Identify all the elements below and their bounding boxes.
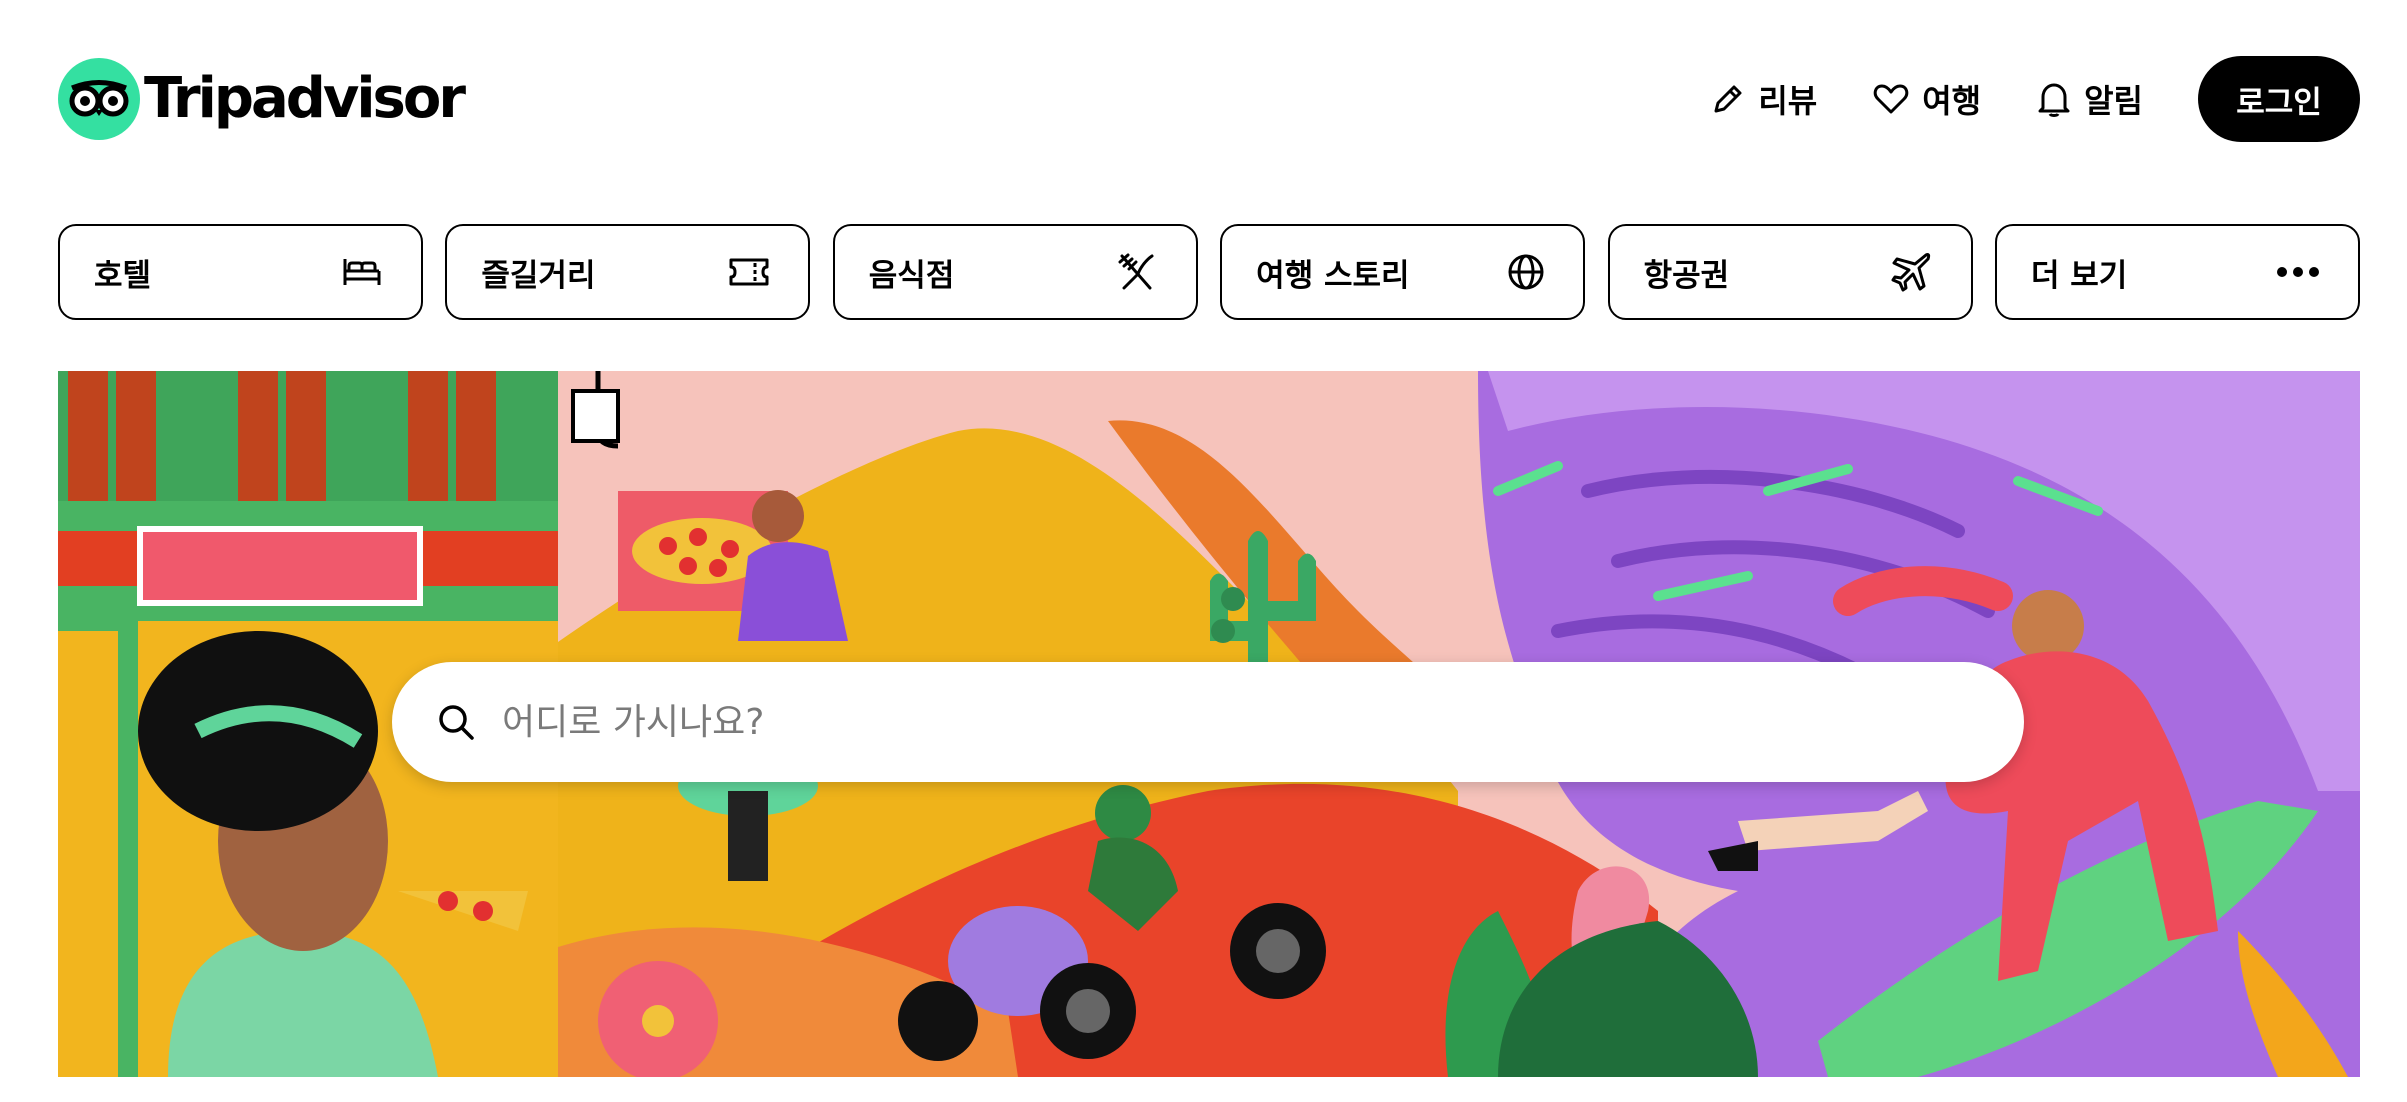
heart-icon [1873, 84, 1909, 114]
category-more[interactable]: 더 보기 [1994, 224, 2360, 320]
login-button[interactable]: 로그인 [2198, 56, 2360, 142]
pencil-icon [1714, 85, 1742, 113]
nav-alerts[interactable]: 알림 [2036, 57, 2143, 141]
nav-trips[interactable]: 여행 [1872, 57, 1981, 141]
category-restaurants-label: 음식점 [868, 257, 955, 294]
bed-icon [341, 255, 383, 289]
category-bar: 호텔 즐길거리 음식점 여행 스토리 항공권 더 보기 [58, 224, 2360, 320]
logo-wordmark: Tripadvisor [144, 66, 466, 131]
search-bar[interactable] [392, 662, 2024, 782]
more-dots-icon [2276, 266, 2320, 278]
nav-review[interactable]: 리뷰 [1710, 57, 1817, 141]
bell-icon [2038, 83, 2070, 117]
category-flights-label: 항공권 [1643, 257, 1730, 294]
category-flights[interactable]: 항공권 [1607, 224, 1973, 320]
category-more-label: 더 보기 [2030, 257, 2128, 294]
owl-logo-icon [58, 58, 140, 140]
top-nav: 리뷰 여행 알림 로그인 [1710, 56, 2360, 142]
search-input[interactable] [500, 700, 1904, 744]
category-travel-stories[interactable]: 여행 스토리 [1220, 224, 1586, 320]
airplane-icon [1889, 250, 1933, 294]
hero-banner [58, 371, 2360, 1077]
nav-trips-label: 여행 [1922, 82, 1982, 120]
globe-icon [1507, 253, 1545, 291]
category-things-to-do-label: 즐길거리 [481, 257, 596, 294]
category-hotels[interactable]: 호텔 [58, 224, 423, 320]
search-icon [436, 702, 476, 742]
nav-review-label: 리뷰 [1758, 82, 1818, 120]
nav-alerts-label: 알림 [2084, 82, 2143, 120]
header: Tripadvisor 리뷰 여행 알림 로그인 [0, 0, 2407, 200]
ticket-icon [728, 255, 770, 289]
fork-knife-icon [1116, 252, 1158, 292]
category-restaurants[interactable]: 음식점 [832, 224, 1198, 320]
category-things-to-do[interactable]: 즐길거리 [445, 224, 811, 320]
category-hotels-label: 호텔 [94, 257, 152, 294]
tripadvisor-logo[interactable]: Tripadvisor [58, 58, 466, 140]
category-travel-stories-label: 여행 스토리 [1256, 257, 1410, 294]
